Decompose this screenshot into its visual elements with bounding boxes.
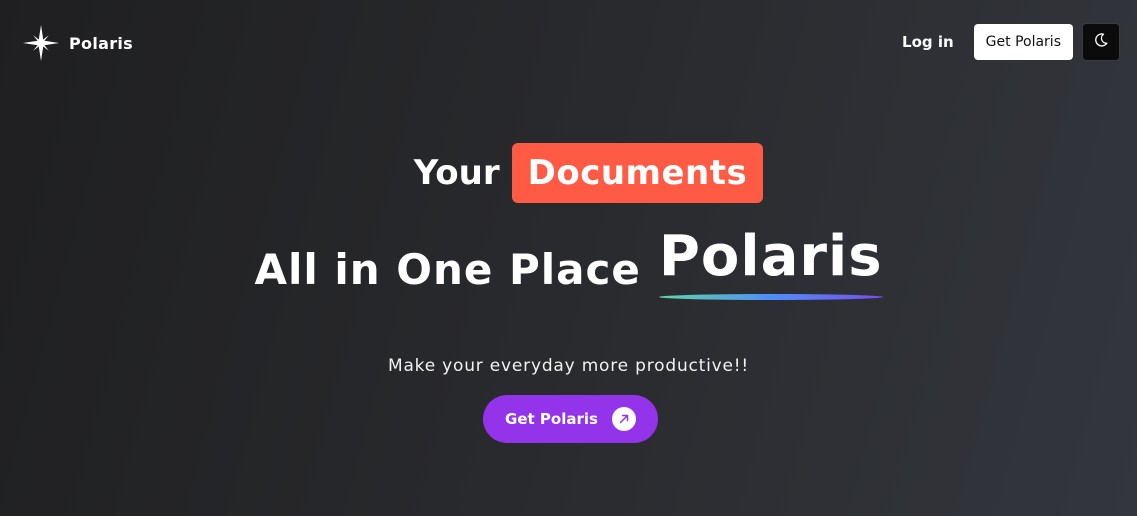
get-polaris-nav-button[interactable]: Get Polaris (973, 24, 1073, 60)
nav-actions: Log in Get Polaris (902, 23, 1120, 61)
sparkle-star-icon (22, 24, 60, 62)
headline-highlight-badge: Documents (511, 143, 764, 203)
top-navbar: Polaris Log in Get Polaris (0, 0, 1137, 86)
hero-subtitle: Make your everyday more productive!! (387, 356, 749, 376)
headline-line-2: All in One Place Polaris (0, 226, 1137, 300)
gradient-underline (658, 294, 883, 300)
brand-name: Polaris (69, 33, 133, 53)
headline-brand-name: Polaris (658, 224, 883, 289)
headline-brand-wrap: Polaris (658, 224, 883, 300)
cta-label: Get Polaris (505, 410, 598, 428)
brand-logo-link[interactable]: Polaris (22, 24, 133, 62)
headline-prefix: Your (413, 153, 500, 193)
login-link[interactable]: Log in (902, 33, 954, 51)
arrow-up-right-icon (611, 407, 636, 431)
headline-main-text: All in One Place (254, 245, 641, 294)
moon-icon (1093, 32, 1109, 52)
get-polaris-cta-button[interactable]: Get Polaris (483, 395, 658, 443)
theme-toggle-button[interactable] (1082, 23, 1120, 61)
headline-line-1: Your Documents (0, 143, 1137, 203)
